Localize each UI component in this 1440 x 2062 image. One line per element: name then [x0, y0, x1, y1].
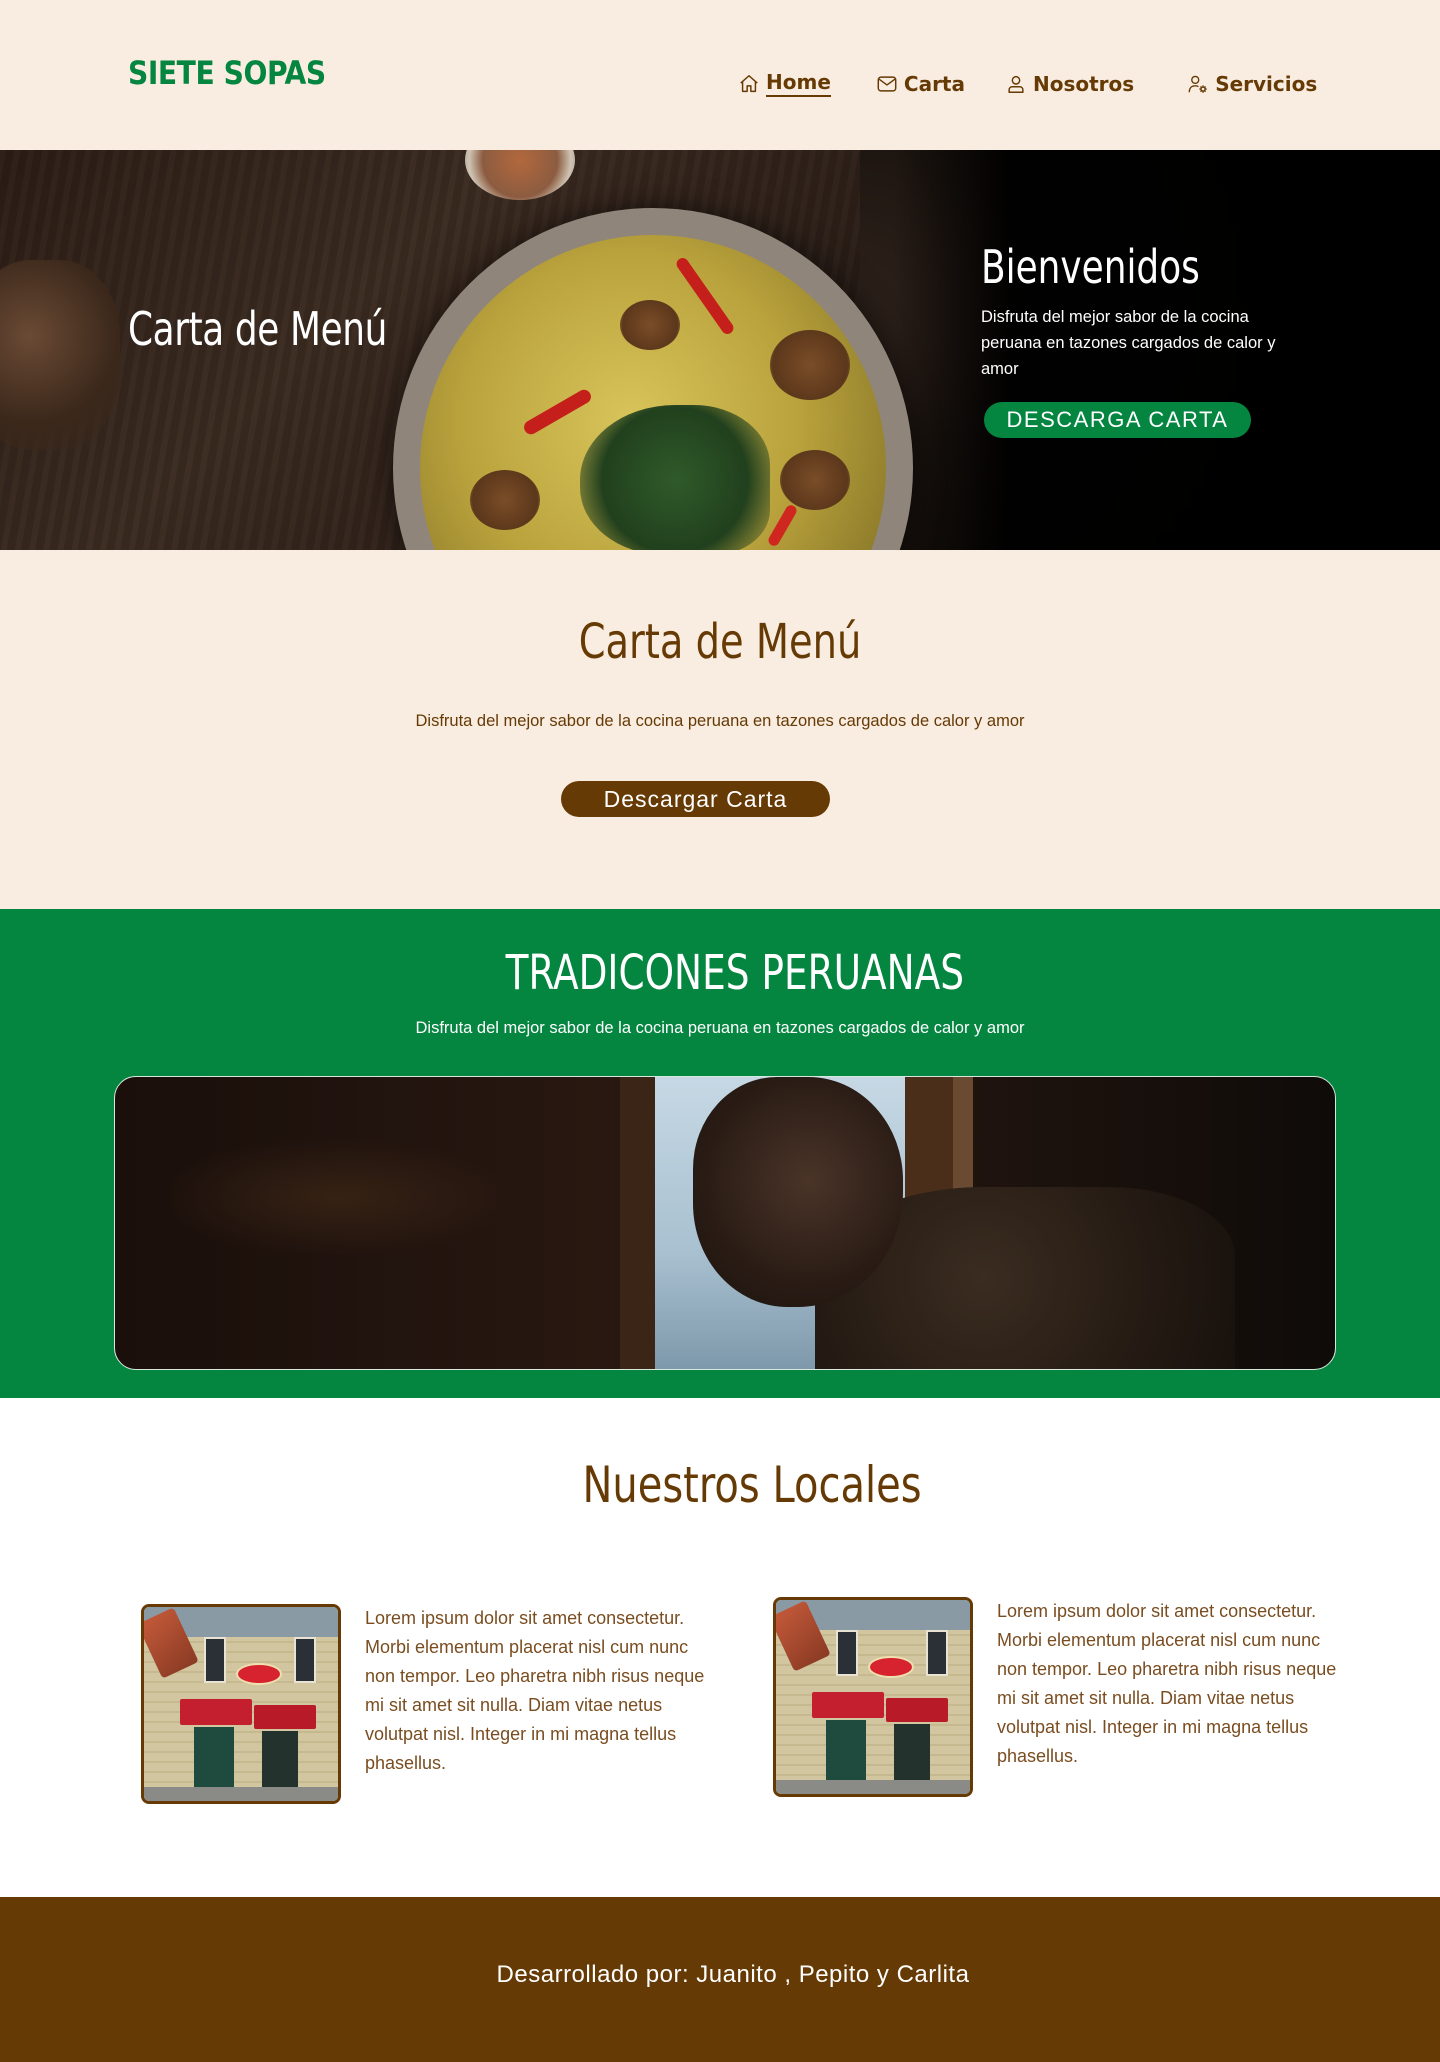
storefront-window [204, 1637, 226, 1683]
tradiciones-video[interactable] [114, 1076, 1336, 1370]
tradiciones-section: TRADICONES PERUANAS Disfruta del mejor s… [0, 909, 1440, 1398]
nav-label-home: Home [766, 70, 831, 97]
hero-herbs [580, 405, 770, 550]
hero-onion-3 [470, 470, 540, 530]
storefront-awning [180, 1699, 252, 1725]
local-storefront-image[interactable] [773, 1597, 973, 1797]
storefront-window [294, 1637, 316, 1683]
home-icon [740, 74, 758, 92]
locales-title: Nuestros Locales [582, 1456, 922, 1514]
hero-text: Disfruta del mejor sabor de la cocina pe… [981, 308, 1276, 378]
tradiciones-title: TRADICONES PERUANAS [505, 945, 965, 1001]
hero-welcome-panel: Bienvenidos Disfruta del mejor sabor de … [981, 240, 1311, 438]
nav-label-nosotros: Nosotros [1032, 71, 1135, 96]
hero-onion-2 [770, 330, 850, 400]
locales-section: Nuestros Locales Lorem ipsum dolor sit a… [0, 1398, 1440, 1897]
tradiciones-text: Disfruta del mejor sabor de la cocina pe… [415, 1019, 1025, 1037]
video-person-head [693, 1077, 903, 1307]
storefront-window [836, 1630, 858, 1676]
download-carta-button[interactable]: Descargar Carta [561, 781, 830, 817]
nav-item-servicios[interactable]: Servicios [1187, 72, 1317, 96]
navbar: SIETE SOPAS Home Carta Nosotros Servicio… [0, 0, 1440, 150]
local-description: Lorem ipsum dolor sit amet consectetur. … [365, 1608, 705, 1773]
storefront-awning [886, 1698, 948, 1722]
carta-section: Carta de Menú Disfruta del mejor sabor d… [0, 550, 1440, 909]
carta-text: Disfruta del mejor sabor de la cocina pe… [415, 712, 1025, 730]
user-icon [1008, 75, 1024, 93]
hero-title: Bienvenidos [981, 240, 1200, 294]
hero-banner: Carta de Menú Bienvenidos Disfruta del m… [0, 150, 1440, 550]
storefront-sign [236, 1663, 282, 1685]
storefront-sidewalk [776, 1780, 970, 1794]
nav-label-servicios: Servicios [1215, 71, 1318, 96]
storefront-awning [812, 1692, 884, 1718]
hero-onion-4 [780, 450, 850, 510]
nav-item-carta[interactable]: Carta [876, 72, 965, 96]
storefront-window [926, 1630, 948, 1676]
local-card: Lorem ipsum dolor sit amet consectetur. … [773, 1597, 1342, 1797]
main-nav: Home Carta Nosotros Servicios [738, 70, 1317, 97]
download-menu-button[interactable]: DESCARGA CARTA [984, 402, 1251, 438]
mail-icon [877, 75, 897, 92]
footer: Desarrollado por: Juanito , Pepito y Car… [0, 1897, 1440, 2062]
video-background-light [155, 1137, 515, 1257]
site-logo[interactable]: SIETE SOPAS [128, 54, 326, 92]
hero-left-title: Carta de Menú [128, 302, 387, 356]
hero-pepper-grinder [0, 260, 120, 450]
storefront-sidewalk [144, 1787, 338, 1801]
carta-title: Carta de Menú [578, 614, 862, 670]
local-card: Lorem ipsum dolor sit amet consectetur. … [141, 1604, 710, 1804]
hero-onion-1 [620, 300, 680, 350]
local-description: Lorem ipsum dolor sit amet consectetur. … [997, 1601, 1337, 1766]
storefront-awning [254, 1705, 316, 1729]
local-storefront-image[interactable] [141, 1604, 341, 1804]
video-window-frame-left [620, 1077, 655, 1369]
nav-label-carta: Carta [903, 71, 965, 96]
nav-item-home[interactable]: Home [738, 70, 831, 97]
footer-credits: Desarrollado por: Juanito , Pepito y Car… [496, 1961, 970, 1988]
nav-item-nosotros[interactable]: Nosotros [1005, 72, 1134, 96]
user-settings-icon [1188, 75, 1207, 93]
storefront-sign [868, 1656, 914, 1678]
